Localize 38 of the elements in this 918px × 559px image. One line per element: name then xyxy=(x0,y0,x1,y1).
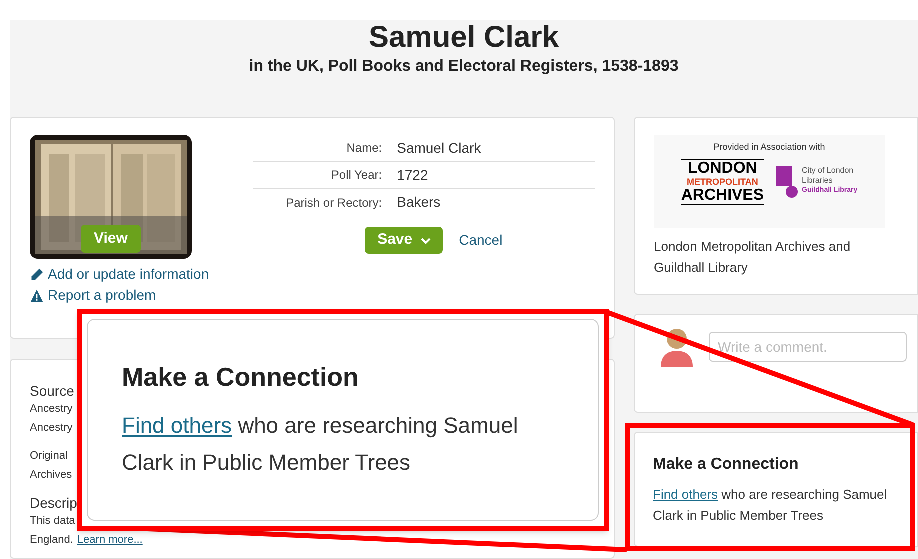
learn-more-link[interactable]: Learn more... xyxy=(77,531,143,550)
field-value: Bakers xyxy=(397,193,441,212)
logo-text: LONDON xyxy=(688,160,758,176)
comment-field[interactable]: Write a comment. xyxy=(709,332,907,362)
source-text: Ancestry xyxy=(30,421,73,436)
logo-text: METROPOLITAN xyxy=(687,176,758,186)
callout-text: Find others who are researching Samuel Clark in Public Member Trees xyxy=(122,412,520,477)
field-label: Parish or Rectory: xyxy=(285,194,382,212)
section-heading: Source xyxy=(30,382,74,400)
connection-title: Make a Connection xyxy=(653,455,800,475)
logo-text: City of London xyxy=(802,166,855,176)
record-link[interactable]: Add or update information xyxy=(48,266,210,283)
source-text: Archives xyxy=(30,468,72,483)
logo-text: ARCHIVES xyxy=(681,186,764,204)
record-link[interactable]: Report a problem xyxy=(48,287,156,304)
field-label: Name: xyxy=(346,140,382,157)
warning-icon xyxy=(30,288,44,302)
source-text: Ancestry xyxy=(30,402,73,417)
chevron-down-icon xyxy=(420,236,431,244)
source-text: This data xyxy=(30,514,76,529)
page-title: Samuel Clark xyxy=(368,21,560,55)
pencil-icon xyxy=(30,268,44,282)
field-value: Samuel Clark xyxy=(397,138,482,158)
find-others-link[interactable]: Find others xyxy=(653,487,718,502)
logo-caption: Provided in Association with xyxy=(714,141,826,154)
source-text: England. xyxy=(30,533,74,548)
avatar xyxy=(659,326,695,366)
cancel-link[interactable]: Cancel xyxy=(459,230,503,251)
logo-text: Libraries xyxy=(802,176,834,186)
connection-text: Find others who are researching Samuel Clark in Public Member Trees xyxy=(653,486,888,525)
provider-name: London Metropolitan Archives and Guildhall Library xyxy=(654,238,852,277)
field-label: Poll Year: xyxy=(330,167,382,184)
section-heading: Descrip xyxy=(30,494,78,512)
find-others-link[interactable]: Find others xyxy=(122,413,232,438)
field-value: 1722 xyxy=(397,166,428,184)
page-subtitle: in the UK, Poll Books and Electoral Registers, 1538-1893 xyxy=(249,57,679,77)
source-text: Original xyxy=(30,449,68,464)
callout-title: Make a Connection xyxy=(122,361,360,394)
